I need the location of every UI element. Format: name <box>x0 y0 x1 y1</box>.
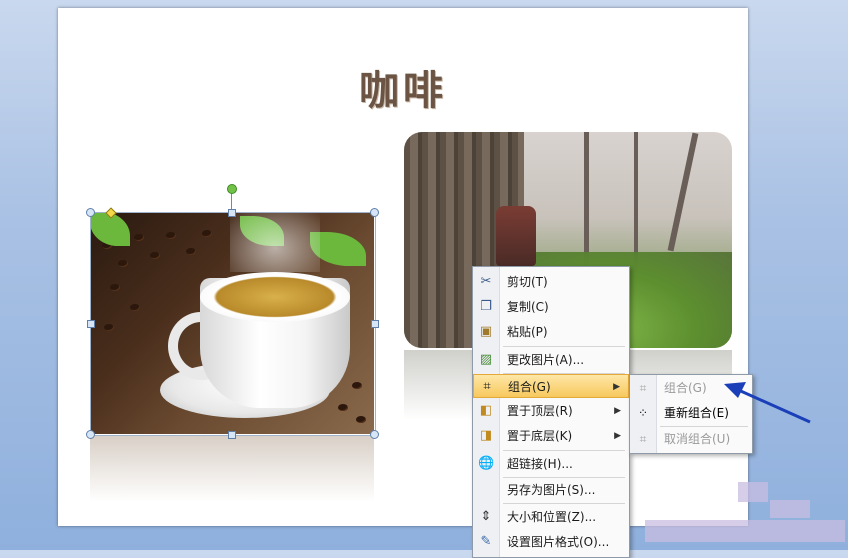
context-menu: ✂ 剪切(T) ❐ 复制(C) ▣ 粘贴(P) ▨ 更改图片(A)... ⌗ 组… <box>472 266 630 558</box>
menu-item-save-as-picture[interactable]: 另存为图片(S)... <box>473 478 629 502</box>
submenu-arrow-icon: ▶ <box>614 406 621 416</box>
annotation-arrow-icon <box>724 382 811 424</box>
menu-item-cut[interactable]: ✂ 剪切(T) <box>473 270 629 294</box>
change-picture-icon: ▨ <box>479 352 493 367</box>
menu-item-change-picture[interactable]: ▨ 更改图片(A)... <box>473 348 629 372</box>
ungroup-icon: ⌗ <box>639 432 647 446</box>
paste-icon: ▣ <box>479 324 493 339</box>
group-icon: ⌗ <box>639 381 647 395</box>
resize-handle-bottom-right[interactable] <box>370 430 379 439</box>
group-icon: ⌗ <box>483 379 491 394</box>
menu-separator <box>503 346 625 347</box>
format-picture-icon: ✎ <box>480 534 492 549</box>
menu-separator <box>503 450 625 451</box>
slide-title[interactable]: 咖啡 <box>58 58 748 116</box>
menu-item-bring-to-front[interactable]: ◧ 置于顶层(R) ▶ <box>473 399 629 423</box>
menu-separator <box>503 503 625 504</box>
regroup-icon: ⁘ <box>637 406 649 420</box>
resize-handle-right[interactable] <box>371 320 379 328</box>
submenu-item-ungroup: ⌗ 取消组合(U) <box>630 427 752 451</box>
menu-item-copy[interactable]: ❐ 复制(C) <box>473 295 629 319</box>
watermark-block <box>738 482 768 502</box>
rotation-handle[interactable] <box>227 184 237 194</box>
send-to-back-icon: ◨ <box>479 428 493 443</box>
resize-handle-bottom[interactable] <box>228 431 236 439</box>
menu-item-group[interactable]: ⌗ 组合(G) ▶ <box>473 374 629 398</box>
coffee-picture-reflection <box>90 436 374 502</box>
menu-item-send-to-back[interactable]: ◨ 置于底层(K) ▶ <box>473 424 629 448</box>
hyperlink-icon: 🌐 <box>478 456 495 471</box>
selection-frame <box>90 212 376 436</box>
bring-to-front-icon: ◧ <box>479 403 493 418</box>
menu-item-size-position[interactable]: ⇕ 大小和位置(Z)... <box>473 505 629 529</box>
resize-handle-left[interactable] <box>87 320 95 328</box>
size-position-icon: ⇕ <box>480 509 492 524</box>
resize-handle-top[interactable] <box>228 209 236 217</box>
submenu-arrow-icon: ▶ <box>614 431 621 441</box>
menu-item-format-picture[interactable]: ✎ 设置图片格式(O)... <box>473 530 629 554</box>
lantern <box>496 206 536 266</box>
resize-handle-top-right[interactable] <box>370 208 379 217</box>
menu-item-paste[interactable]: ▣ 粘贴(P) <box>473 320 629 344</box>
resize-handle-bottom-left[interactable] <box>86 430 95 439</box>
copy-icon: ❐ <box>480 299 492 314</box>
scissors-icon: ✂ <box>480 274 492 289</box>
menu-item-hyperlink[interactable]: 🌐 超链接(H)... <box>473 452 629 476</box>
watermark-block <box>770 500 810 518</box>
resize-handle-top-left[interactable] <box>86 208 95 217</box>
submenu-arrow-icon: ▶ <box>613 382 620 392</box>
tree <box>634 132 638 272</box>
watermark-block <box>645 520 845 542</box>
